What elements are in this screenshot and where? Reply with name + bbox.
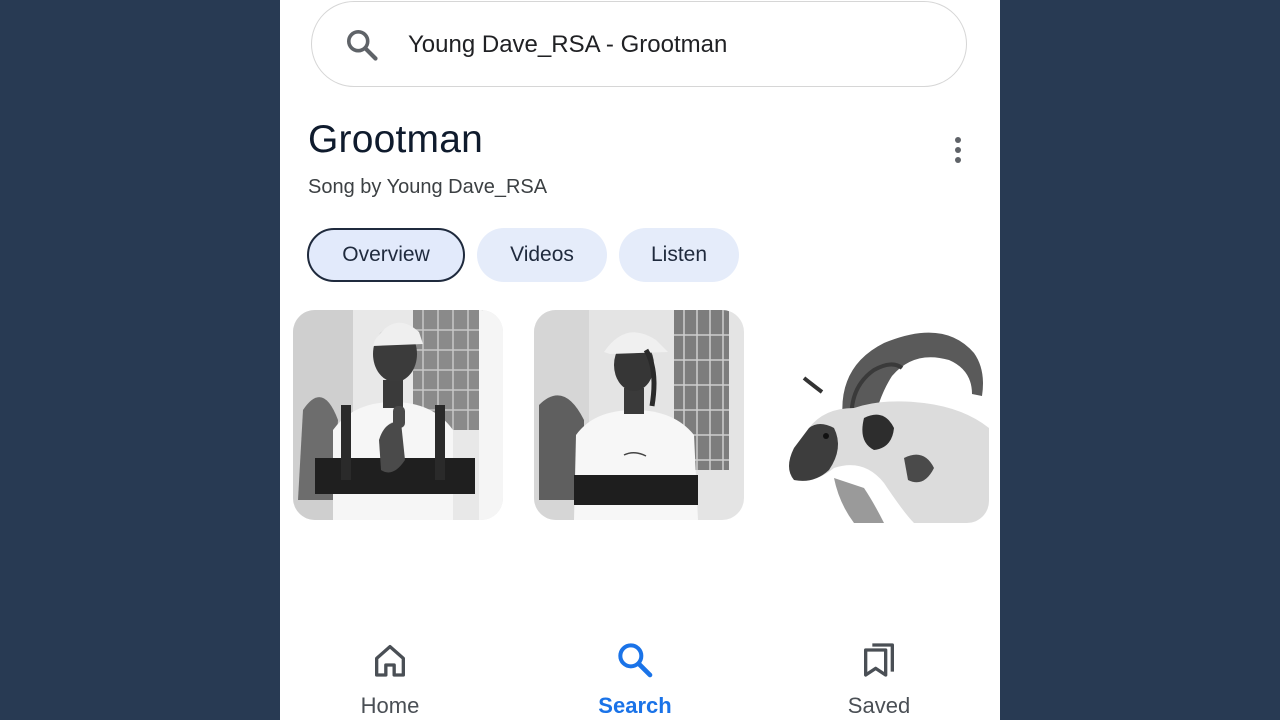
home-icon bbox=[375, 645, 405, 677]
nav-search-label: Search bbox=[598, 693, 672, 718]
artist-photo-thumbs-up[interactable] bbox=[293, 310, 503, 520]
artist-photo-side-view[interactable] bbox=[534, 310, 744, 520]
nav-search[interactable]: Search bbox=[555, 630, 715, 720]
nav-saved-label: Saved bbox=[847, 693, 911, 718]
nav-home-label: Home bbox=[360, 693, 420, 718]
search-icon bbox=[618, 643, 653, 678]
page-title: Grootman bbox=[308, 118, 484, 161]
more-vert-icon[interactable] bbox=[944, 134, 972, 166]
nav-saved[interactable]: Saved bbox=[799, 630, 959, 720]
tab-overview[interactable]: Overview bbox=[307, 228, 465, 282]
tab-label: Listen bbox=[650, 243, 708, 266]
bookmarks-icon bbox=[864, 643, 894, 677]
search-query-text[interactable]: Young Dave_RSA - Grootman bbox=[408, 31, 727, 59]
tab-label: Videos bbox=[510, 243, 574, 266]
search-icon[interactable] bbox=[344, 27, 380, 63]
tab-videos[interactable]: Videos bbox=[477, 228, 607, 282]
tab-listen[interactable]: Listen bbox=[619, 228, 739, 282]
page-subtitle: Song by Young Dave_RSA bbox=[308, 176, 548, 198]
goat-photo[interactable] bbox=[774, 308, 989, 523]
tab-label: Overview bbox=[342, 243, 430, 266]
search-bar[interactable]: Young Dave_RSA - Grootman bbox=[311, 1, 967, 87]
nav-home[interactable]: Home bbox=[310, 630, 470, 720]
phone-screen: Young Dave_RSA - Grootman Grootman Song … bbox=[280, 0, 1000, 720]
